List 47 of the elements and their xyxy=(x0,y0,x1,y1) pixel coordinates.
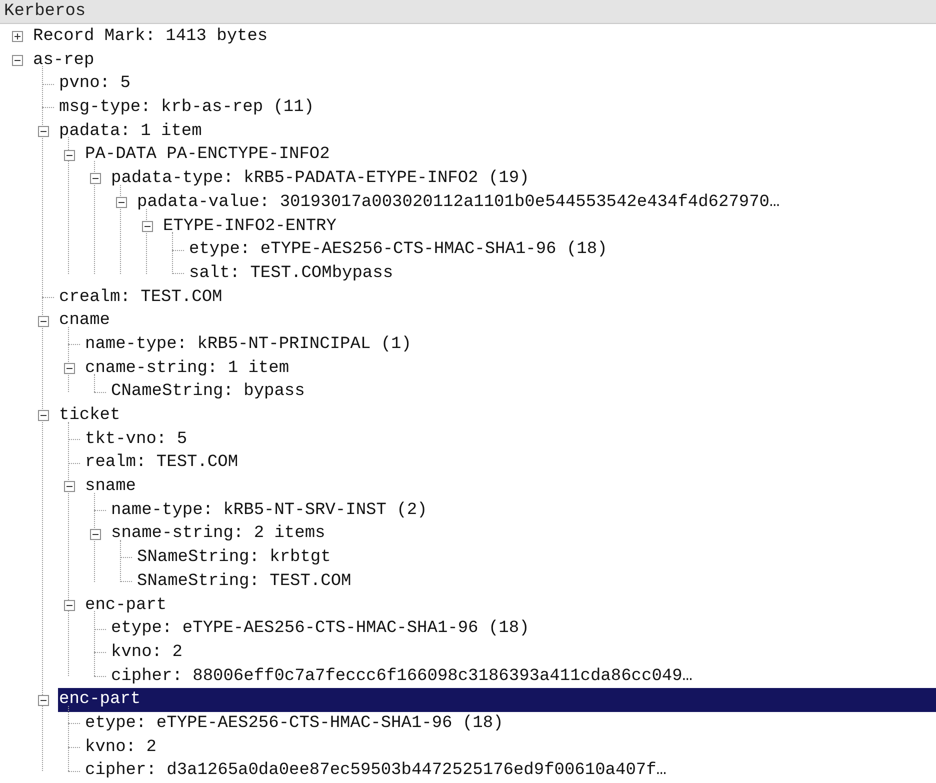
tree-item[interactable]: msg-type: krb-as-rep (11) xyxy=(58,96,314,120)
tree-item[interactable]: etype: eTYPE-AES256-CTS-HMAC-SHA1-96 (18) xyxy=(110,617,530,641)
tree-item[interactable]: enc-part xyxy=(84,594,167,618)
tree-item[interactable]: enc-part xyxy=(58,688,936,712)
tree-item[interactable]: cipher: 88006eff0c7a7feccc6f166098c3186393a411cda86cc049… xyxy=(110,664,692,688)
tree-item[interactable]: PA-DATA PA-ENCTYPE-INFO2 xyxy=(84,143,330,168)
expand-icon[interactable] xyxy=(12,31,22,42)
tree-item[interactable]: etype: eTYPE-AES256-CTS-HMAC-SHA1-96 (18) xyxy=(188,238,608,262)
collapse-icon[interactable] xyxy=(12,55,22,66)
tree-item[interactable]: cname-string: 1 item xyxy=(84,356,290,380)
tree-item[interactable]: as-rep xyxy=(32,48,94,72)
tree-item[interactable]: realm: TEST.COM xyxy=(84,451,238,476)
tree-item[interactable]: kvno: 2 xyxy=(110,640,182,665)
collapse-icon[interactable] xyxy=(38,316,48,327)
collapse-icon[interactable] xyxy=(38,410,48,422)
tree-item[interactable]: padata: 1 item xyxy=(58,120,202,144)
panel-title: Kerberos xyxy=(4,0,86,23)
tree-item[interactable]: etype: eTYPE-AES256-CTS-HMAC-SHA1-96 (18) xyxy=(84,712,504,736)
collapse-icon[interactable] xyxy=(64,150,74,161)
tree-item[interactable]: CNameString: bypass xyxy=(110,380,305,404)
tree-item[interactable]: ticket xyxy=(58,404,120,428)
collapse-icon[interactable] xyxy=(64,481,74,492)
tree-item[interactable]: SNameString: TEST.COM xyxy=(136,570,352,594)
tree-item[interactable]: salt: TEST.COMbypass xyxy=(188,262,394,286)
tree-item[interactable]: padata-value: 30193017a003020112a1101b0e544553542e434f4d627970… xyxy=(136,190,780,215)
tree-item[interactable]: crealm: TEST.COM xyxy=(58,286,222,310)
tree-item[interactable]: name-type: kRB5-NT-PRINCIPAL (1) xyxy=(84,332,412,357)
tree-item[interactable]: cipher: d3a1265a0da0ee87ec59503b4472525176ed9f00610a407f… xyxy=(84,759,666,783)
tree-item[interactable]: ETYPE-INFO2-ENTRY xyxy=(162,214,336,238)
tree-item[interactable]: pvno: 5 xyxy=(58,72,130,96)
tree-item[interactable]: kvno: 2 xyxy=(84,736,156,760)
tree-item[interactable]: name-type: kRB5-NT-SRV-INST (2) xyxy=(110,498,428,522)
collapse-icon[interactable] xyxy=(90,528,100,540)
collapse-icon[interactable] xyxy=(38,694,48,706)
tree-item[interactable]: Record Mark: 1413 bytes xyxy=(32,25,268,49)
collapse-icon[interactable] xyxy=(116,197,126,208)
collapse-icon[interactable] xyxy=(142,220,152,232)
tree-item[interactable]: sname xyxy=(84,475,136,499)
tree-item[interactable]: padata-type: kRB5-PADATA-ETYPE-INFO2 (19) xyxy=(110,167,530,191)
collapse-icon[interactable] xyxy=(90,173,100,184)
collapse-icon[interactable] xyxy=(64,362,74,374)
tree-item[interactable]: sname-string: 2 items xyxy=(110,522,326,546)
collapse-icon[interactable] xyxy=(38,126,48,138)
tree-item[interactable]: tkt-vno: 5 xyxy=(84,428,188,452)
collapse-icon[interactable] xyxy=(64,600,74,611)
tree-item[interactable]: cname xyxy=(58,309,110,333)
tree-item[interactable]: SNameString: krbtgt xyxy=(136,546,331,570)
